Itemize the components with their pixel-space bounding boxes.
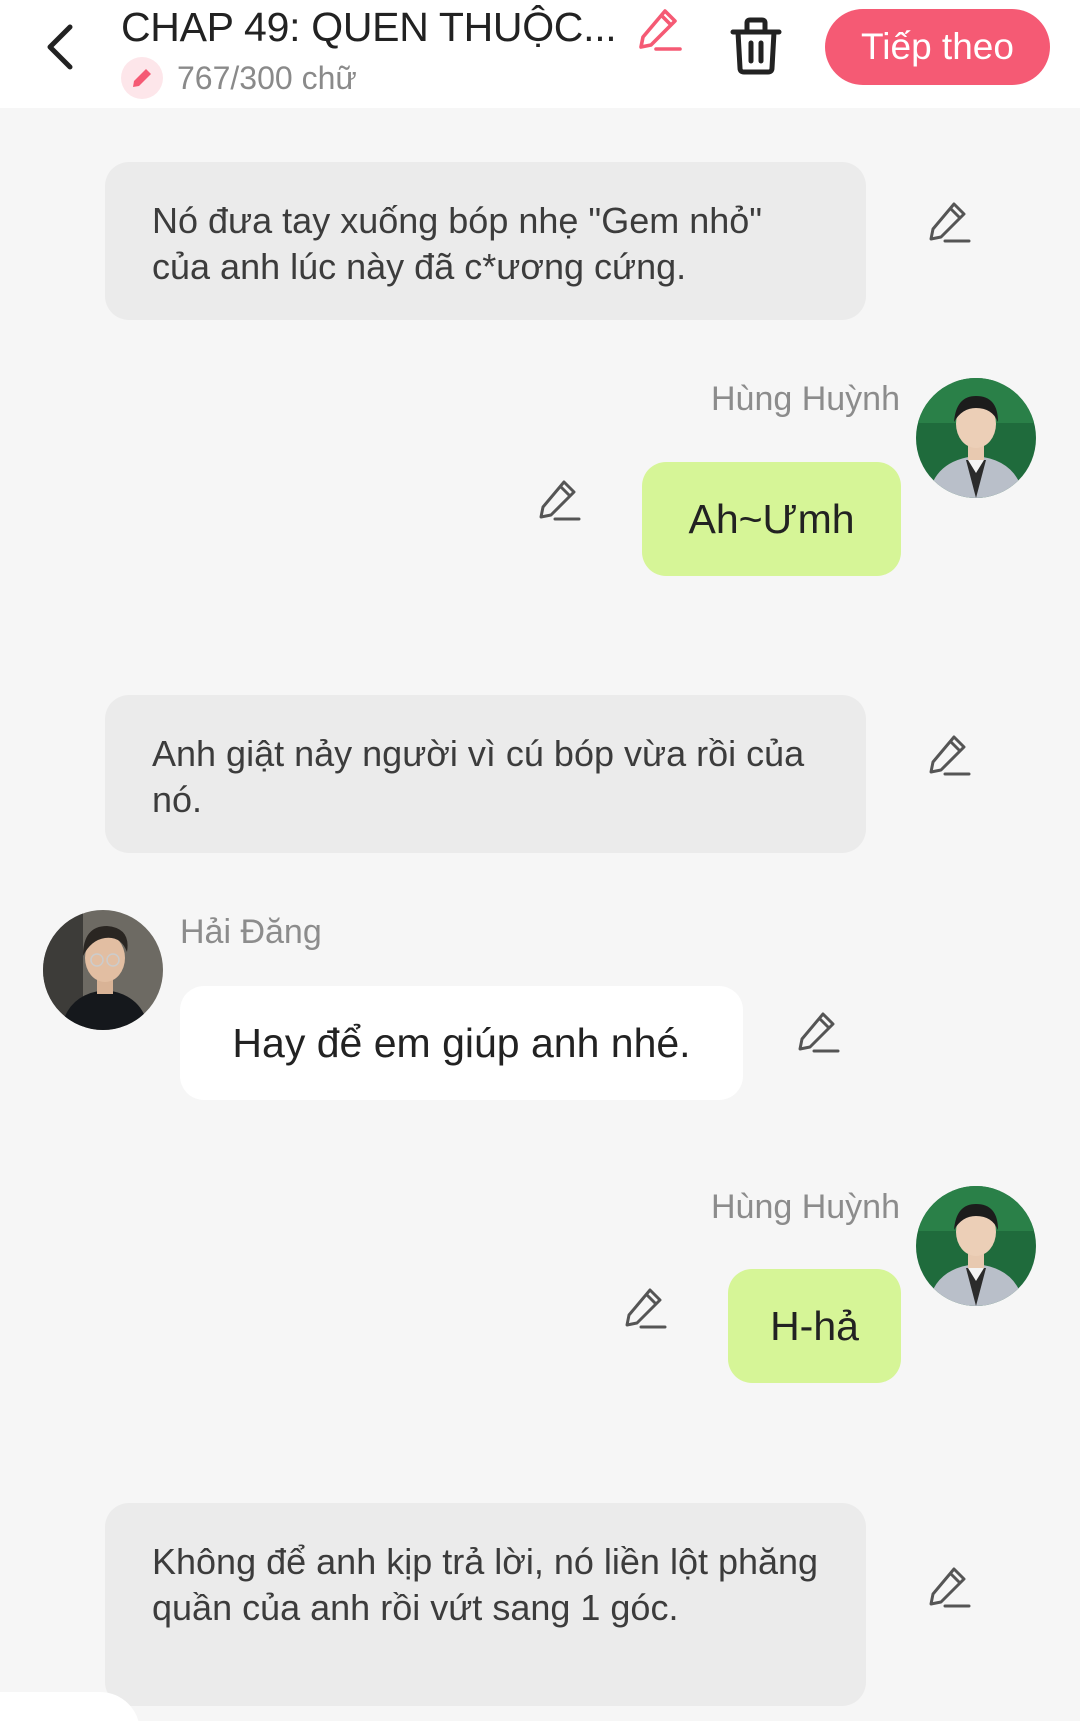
top-bar: CHAP 49: QUEN THUỘC... 767/300 chữ Tiếp …: [0, 0, 1080, 108]
pencil-badge-icon: [121, 57, 163, 99]
edit-message-button[interactable]: [535, 476, 583, 524]
trash-icon: [730, 17, 782, 75]
avatar[interactable]: [916, 1186, 1036, 1306]
avatar[interactable]: [43, 910, 163, 1030]
pencil-icon: [639, 9, 682, 51]
edit-message-button[interactable]: [794, 1008, 842, 1056]
message-bubble[interactable]: H-hả: [728, 1269, 901, 1383]
word-count-text: 767/300 chữ: [177, 59, 357, 96]
narration-bubble[interactable]: Anh giật nảy người vì cú bóp vừa rồi của…: [105, 695, 866, 853]
chat-story-editor: CHAP 49: QUEN THUỘC... 767/300 chữ Tiếp …: [0, 0, 1080, 1721]
edit-title-button[interactable]: [634, 4, 684, 54]
pencil-icon: [929, 735, 971, 776]
narration-bubble[interactable]: Không để anh kịp trả lời, nó liền lột ph…: [105, 1503, 866, 1706]
pencil-icon: [625, 1288, 667, 1329]
delete-button[interactable]: [728, 16, 784, 76]
pencil-icon: [929, 1567, 971, 1608]
edit-message-button[interactable]: [925, 731, 973, 779]
word-count: 767/300 chữ: [121, 57, 357, 99]
pencil-icon: [929, 202, 971, 243]
message-bubble[interactable]: Hay để em giúp anh nhé.: [180, 986, 743, 1100]
message-bubble[interactable]: Ah~Ưmh: [642, 462, 901, 576]
edit-message-button[interactable]: [621, 1284, 669, 1332]
character-name: Hùng Huỳnh: [710, 380, 900, 418]
chevron-left-icon: [47, 24, 73, 70]
pencil-icon: [798, 1012, 840, 1053]
edit-message-button[interactable]: [925, 198, 973, 246]
bottom-sheet-edge: [0, 1692, 140, 1721]
edit-message-button[interactable]: [925, 1563, 973, 1611]
avatar[interactable]: [916, 378, 1036, 498]
next-button[interactable]: Tiếp theo: [825, 9, 1050, 85]
back-button[interactable]: [36, 16, 86, 78]
character-name: Hải Đăng: [180, 913, 322, 951]
pencil-icon: [539, 480, 581, 521]
chapter-title[interactable]: CHAP 49: QUEN THUỘC...: [121, 4, 641, 51]
narration-bubble[interactable]: Nó đưa tay xuống bóp nhẹ "Gem nhỏ" của a…: [105, 162, 866, 320]
character-name: Hùng Huỳnh: [710, 1188, 900, 1226]
